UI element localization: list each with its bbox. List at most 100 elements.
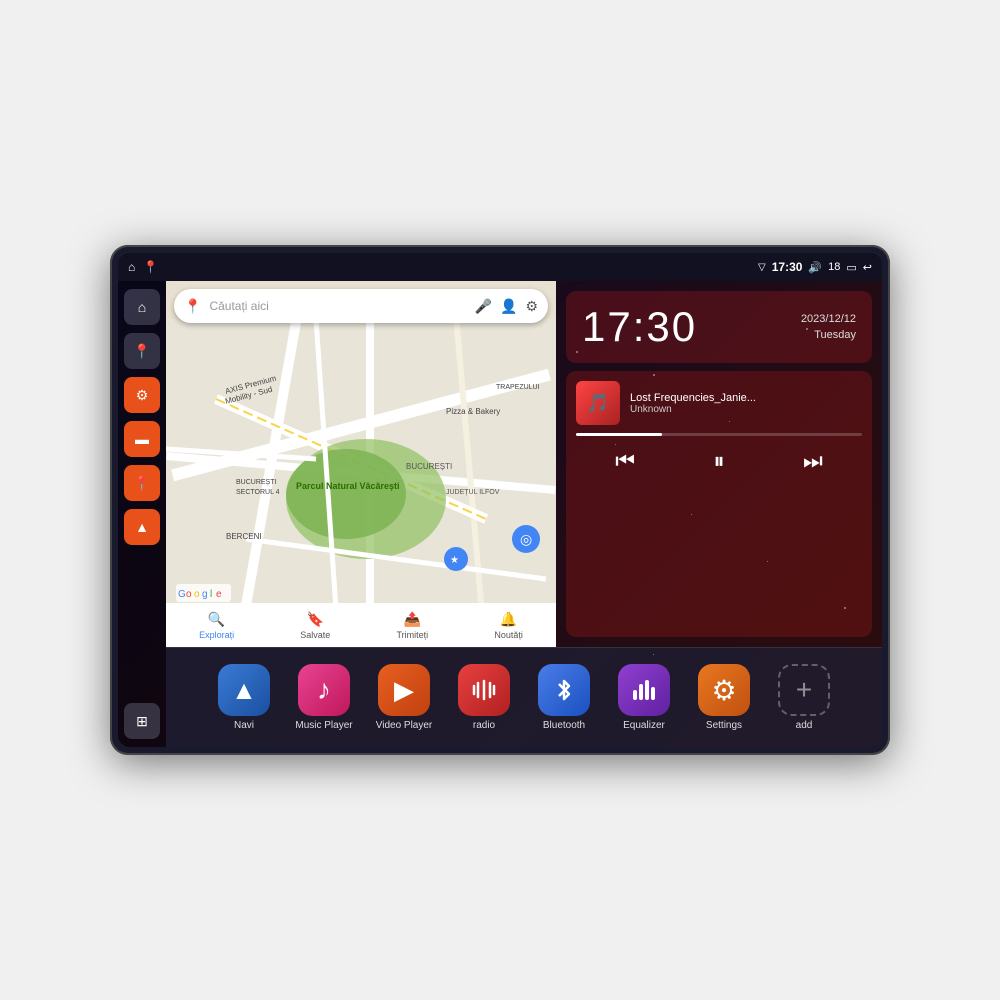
app-item-add[interactable]: + add <box>766 664 842 731</box>
google-maps-icon: 📍 <box>184 298 201 315</box>
device: ⌂ 📍 ▽ 17:30 🔊 18 ▭ ↩ <box>110 245 890 755</box>
svg-text:◎: ◎ <box>520 531 532 547</box>
app-item-music-player[interactable]: ♪ Music Player <box>286 664 362 731</box>
account-icon[interactable]: 👤 <box>500 298 517 315</box>
app-item-navi[interactable]: ▲ Navi <box>206 664 282 731</box>
news-icon: 🔔 <box>500 611 517 628</box>
sidebar-btn-home[interactable]: ⌂ <box>124 289 160 325</box>
map-tab-saved[interactable]: 🔖 Salvate <box>300 611 330 640</box>
grid-icon: ⊞ <box>136 713 148 730</box>
sidebar-btn-files[interactable]: ▬ <box>124 421 160 457</box>
video-player-label: Video Player <box>376 720 433 731</box>
map-tab-explore[interactable]: 🔍 Explorați <box>199 611 234 640</box>
svg-text:TRAPEZULUI: TRAPEZULUI <box>496 384 540 391</box>
map-tab-share[interactable]: 📤 Trimiteți <box>397 611 429 640</box>
map-status-icon: 📍 <box>143 260 158 274</box>
sidebar-btn-grid[interactable]: ⊞ <box>124 703 160 739</box>
equalizer-bars-icon <box>630 676 658 704</box>
saved-label: Salvate <box>300 630 330 640</box>
map-tab-news[interactable]: 🔔 Noutăți <box>494 611 523 640</box>
map-pin-icon: 📍 <box>133 343 150 360</box>
app-item-video-player[interactable]: ▶ Video Player <box>366 664 442 731</box>
sidebar-btn-nav[interactable]: ▲ <box>124 509 160 545</box>
settings-icon: ⚙ <box>698 664 750 716</box>
menu-icon[interactable]: ⚙ <box>525 298 538 315</box>
video-player-icon: ▶ <box>378 664 430 716</box>
navi-icon-symbol: ▲ <box>231 675 257 706</box>
screen: ⌂ 📍 ▽ 17:30 🔊 18 ▭ ↩ <box>118 253 882 747</box>
music-player-icon: ♪ <box>298 664 350 716</box>
app-item-bluetooth[interactable]: Bluetooth <box>526 664 602 731</box>
gear-icon: ⚙ <box>136 387 149 404</box>
svg-text:g: g <box>202 589 208 600</box>
share-icon: 📤 <box>404 611 421 628</box>
sidebar-btn-location[interactable]: 📍 <box>124 465 160 501</box>
clock-time-display: 17:30 <box>582 303 697 351</box>
home-icon: ⌂ <box>138 299 146 315</box>
svg-text:G: G <box>178 589 186 600</box>
main-content: ⌂ 📍 ⚙ ▬ 📍 ▲ ⊞ <box>118 281 882 747</box>
app-item-settings[interactable]: ⚙ Settings <box>686 664 762 731</box>
settings-gear-symbol: ⚙ <box>711 674 736 707</box>
play-pause-button[interactable]: ⏸ <box>709 444 728 478</box>
map-svg: G o o g l e AXIS Premium Mobility - Sud … <box>166 281 556 647</box>
battery-level: 18 <box>828 261 840 273</box>
location-icon: 📍 <box>133 475 150 492</box>
status-bar: ⌂ 📍 ▽ 17:30 🔊 18 ▭ ↩ <box>118 253 882 281</box>
bluetooth-label: Bluetooth <box>543 720 585 731</box>
next-button[interactable]: ⏭ <box>799 444 827 478</box>
status-left-icons: ⌂ 📍 <box>128 260 158 274</box>
share-label: Trimiteți <box>397 630 429 640</box>
news-label: Noutăți <box>494 630 523 640</box>
album-art-icon: 🎵 <box>587 393 609 414</box>
equalizer-label: Equalizer <box>623 720 665 731</box>
folder-icon: ▬ <box>135 431 149 447</box>
svg-text:o: o <box>194 589 200 600</box>
volume-icon: 🔊 <box>808 261 822 274</box>
clock-date-value: 2023/12/12 <box>801 311 856 328</box>
mic-icon[interactable]: 🎤 <box>475 298 492 315</box>
music-progress-fill <box>576 433 662 436</box>
status-time: 17:30 <box>772 260 803 274</box>
svg-text:SECTORUL 4: SECTORUL 4 <box>236 489 280 496</box>
search-text: Căutați aici <box>209 299 466 313</box>
svg-text:BERCENI: BERCENI <box>226 532 262 541</box>
battery-icon: ▭ <box>846 261 856 274</box>
svg-text:e: e <box>216 589 222 600</box>
prev-button[interactable]: ⏮ <box>611 444 639 478</box>
bluetooth-symbol-icon <box>550 676 578 704</box>
add-plus-symbol: + <box>796 674 812 706</box>
svg-text:JUDEȚUL ILFOV: JUDEȚUL ILFOV <box>446 489 500 496</box>
music-info: 🎵 Lost Frequencies_Janie... Unknown <box>576 381 862 425</box>
home-status-icon: ⌂ <box>128 260 135 274</box>
radio-icon <box>458 664 510 716</box>
back-icon[interactable]: ↩ <box>863 261 872 274</box>
music-progress-bar[interactable] <box>576 433 862 436</box>
navi-icon: ▲ <box>218 664 270 716</box>
sidebar-btn-maps[interactable]: 📍 <box>124 333 160 369</box>
clock-day-value: Tuesday <box>801 327 856 344</box>
center-area: G o o g l e AXIS Premium Mobility - Sud … <box>166 281 882 747</box>
bluetooth-icon <box>538 664 590 716</box>
music-artist: Unknown <box>630 404 862 415</box>
music-controls: ⏮ ⏸ ⏭ <box>576 444 862 478</box>
settings-label: Settings <box>706 720 742 731</box>
map-search-bar[interactable]: 📍 Căutați aici 🎤 👤 ⚙ <box>174 289 548 323</box>
explore-label: Explorați <box>199 630 234 640</box>
left-sidebar: ⌂ 📍 ⚙ ▬ 📍 ▲ ⊞ <box>118 281 166 747</box>
music-track-info: Lost Frequencies_Janie... Unknown <box>630 392 862 415</box>
album-art: 🎵 <box>576 381 620 425</box>
music-title: Lost Frequencies_Janie... <box>630 392 862 404</box>
app-item-radio[interactable]: radio <box>446 664 522 731</box>
svg-text:BUCUREȘTI: BUCUREȘTI <box>406 462 452 471</box>
explore-icon: 🔍 <box>208 611 225 628</box>
svg-text:BUCUREȘTI: BUCUREȘTI <box>236 479 277 486</box>
map-container[interactable]: G o o g l e AXIS Premium Mobility - Sud … <box>166 281 556 647</box>
app-item-equalizer[interactable]: Equalizer <box>606 664 682 731</box>
right-panel: 17:30 2023/12/12 Tuesday 🎵 <box>556 281 882 647</box>
svg-text:o: o <box>186 589 192 600</box>
sidebar-btn-settings[interactable]: ⚙ <box>124 377 160 413</box>
clock-date-display: 2023/12/12 Tuesday <box>801 311 856 344</box>
status-right-icons: ▽ 17:30 🔊 18 ▭ ↩ <box>758 260 872 274</box>
map-bottom-bar: 🔍 Explorați 🔖 Salvate 📤 Trimiteți <box>166 603 556 647</box>
